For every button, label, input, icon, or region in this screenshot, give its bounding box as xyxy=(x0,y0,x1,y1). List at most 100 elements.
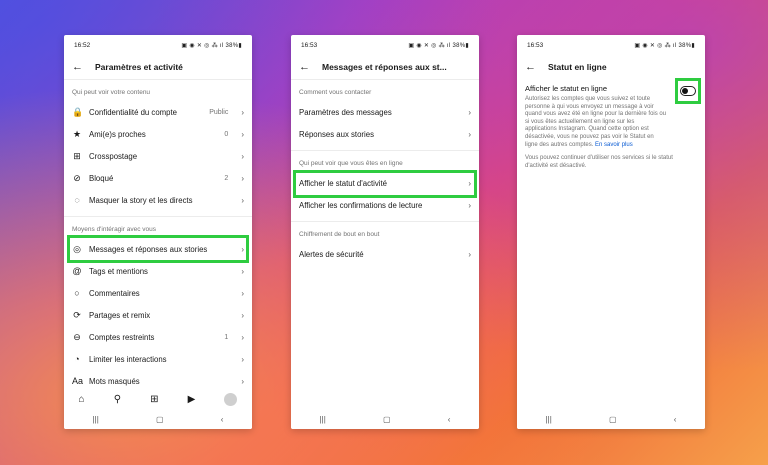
chevron-right-icon: › xyxy=(468,107,471,117)
home-button-icon[interactable]: ▢ xyxy=(383,415,391,424)
settings-row[interactable]: Afficher les confirmations de lecture › xyxy=(291,194,479,216)
status-icons: ▣ ◉ ✕ ◎ ⁂ ıl 38%▮ xyxy=(634,42,695,49)
recent-apps-icon[interactable]: ||| xyxy=(546,415,552,424)
chevron-right-icon: › xyxy=(241,288,244,298)
settings-row-label: Crosspostage xyxy=(89,151,138,161)
back-arrow-icon[interactable]: ← xyxy=(299,61,310,73)
hide-icon: ◌ xyxy=(74,195,80,205)
back-arrow-icon[interactable]: ← xyxy=(525,61,536,73)
chevron-right-icon: › xyxy=(468,178,471,188)
status-bar: 16:53 ▣ ◉ ✕ ◎ ⁂ ıl 38%▮ xyxy=(291,35,479,55)
settings-row[interactable]: ◌ Masquer la story et les directs › xyxy=(64,189,252,211)
settings-row[interactable]: ⊖ Comptes restreints 1 › xyxy=(64,326,252,348)
system-nav: ||| ▢ ‹ xyxy=(291,409,479,429)
chevron-right-icon: › xyxy=(241,310,244,320)
page-title: Statut en ligne xyxy=(548,62,607,72)
hidden-words-icon: Aa xyxy=(72,376,84,386)
settings-row-label: Alertes de sécurité xyxy=(299,249,364,259)
block-icon: ⊘ xyxy=(73,172,81,183)
back-button-icon[interactable]: ‹ xyxy=(448,415,451,424)
create-icon[interactable]: ⊞ xyxy=(150,394,158,405)
toggle-knob xyxy=(682,88,688,94)
back-arrow-icon[interactable]: ← xyxy=(72,61,83,73)
lock-icon: 🔒 xyxy=(72,106,84,117)
status-bar: 16:53 ▣ ◉ ✕ ◎ ⁂ ıl 38%▮ xyxy=(517,35,705,55)
phone-settings-activity: 16:52 ▣ ◉ ✕ ◎ ⁂ ıl 38%▮ ← Paramètres et … xyxy=(64,35,252,429)
section-header-online: Qui peut voir que vous êtes en ligne xyxy=(299,160,403,167)
settings-row-label: Paramètres des messages xyxy=(299,107,392,117)
settings-row[interactable]: Réponses aux stories › xyxy=(291,123,479,145)
learn-more-link[interactable]: En savoir plus xyxy=(595,142,633,148)
status-icons: ▣ ◉ ✕ ◎ ⁂ ıl 38%▮ xyxy=(181,42,242,49)
avatar[interactable] xyxy=(224,392,238,406)
page-header: ← Messages et réponses aux st... xyxy=(291,55,479,80)
settings-row[interactable]: Paramètres des messages › xyxy=(291,101,479,123)
home-icon[interactable]: ⌂ xyxy=(79,394,85,405)
recent-apps-icon[interactable]: ||| xyxy=(93,415,99,424)
setting-note: Vous pouvez continuer d'utiliser nos ser… xyxy=(525,155,673,169)
settings-row-label: Commentaires xyxy=(89,288,140,298)
settings-row[interactable]: ⊘ Bloqué 2 › xyxy=(64,167,252,189)
back-button-icon[interactable]: ‹ xyxy=(221,415,224,424)
settings-row[interactable]: ○ Commentaires › xyxy=(64,282,252,304)
description-text: Autorisez les comptes que vous suivez et… xyxy=(525,96,667,148)
settings-row[interactable]: 🔒 Confidentialité du compte Public › xyxy=(64,101,252,123)
settings-row-label: Mots masqués xyxy=(89,376,140,386)
settings-row[interactable]: ⟳ Partages et remix › xyxy=(64,304,252,326)
settings-row-label: Masquer la story et les directs xyxy=(89,195,193,205)
remix-icon: ⟳ xyxy=(73,309,81,320)
status-bar: 16:52 ▣ ◉ ✕ ◎ ⁂ ıl 38%▮ xyxy=(64,35,252,55)
reels-icon[interactable]: ▶ xyxy=(188,394,196,405)
system-nav: ||| ▢ ‹ xyxy=(64,409,252,429)
settings-row-label: Tags et mentions xyxy=(89,266,148,276)
settings-row[interactable]: Alertes de sécurité › xyxy=(291,243,479,265)
page-header: ← Statut en ligne xyxy=(517,55,705,79)
chevron-right-icon: › xyxy=(241,266,244,276)
chevron-right-icon: › xyxy=(241,244,244,254)
page-header: ← Paramètres et activité xyxy=(64,55,252,80)
settings-row-label: Limiter les interactions xyxy=(89,354,167,364)
section-header-contact: Comment vous contacter xyxy=(299,89,372,96)
settings-row[interactable]: @ Tags et mentions › xyxy=(64,260,252,282)
chevron-right-icon: › xyxy=(241,107,244,117)
settings-row-label: Comptes restreints xyxy=(89,332,155,342)
back-button-icon[interactable]: ‹ xyxy=(674,415,677,424)
settings-row-label: Messages et réponses aux stories xyxy=(89,244,208,254)
status-icons: ▣ ◉ ✕ ◎ ⁂ ıl 38%▮ xyxy=(408,42,469,49)
settings-row[interactable]: ◔ Limiter les interactions › xyxy=(64,348,252,370)
chevron-right-icon: › xyxy=(241,376,244,386)
settings-row-label: Ami(e)s proches xyxy=(89,129,146,139)
settings-row[interactable]: ★ Ami(e)s proches 0 › xyxy=(64,123,252,145)
settings-row-label: Afficher le statut d'activité xyxy=(299,178,388,188)
chevron-right-icon: › xyxy=(468,200,471,210)
settings-row[interactable]: Afficher le statut d'activité › xyxy=(291,172,479,194)
page-title: Paramètres et activité xyxy=(95,62,183,72)
phone-online-status: 16:53 ▣ ◉ ✕ ◎ ⁂ ıl 38%▮ ← Statut en lign… xyxy=(517,35,705,429)
settings-row-label: Partages et remix xyxy=(89,310,151,320)
settings-row-label: Réponses aux stories xyxy=(299,129,374,139)
chevron-right-icon: › xyxy=(241,195,244,205)
messenger-icon: ◎ xyxy=(73,243,81,254)
settings-row-value: 1 xyxy=(224,333,229,341)
system-nav: ||| ▢ ‹ xyxy=(517,409,705,429)
settings-row[interactable]: ⊞ Crosspostage › xyxy=(64,145,252,167)
settings-row-value: 2 xyxy=(224,174,229,182)
home-button-icon[interactable]: ▢ xyxy=(609,415,617,424)
star-icon: ★ xyxy=(72,128,82,139)
search-icon[interactable]: ⚲ xyxy=(114,394,121,405)
home-button-icon[interactable]: ▢ xyxy=(156,415,164,424)
status-time: 16:52 xyxy=(74,41,91,49)
phone-messages-replies: 16:53 ▣ ◉ ✕ ◎ ⁂ ıl 38%▮ ← Messages et ré… xyxy=(291,35,479,429)
chevron-right-icon: › xyxy=(241,332,244,342)
recent-apps-icon[interactable]: ||| xyxy=(320,415,326,424)
settings-row[interactable]: ◎ Messages et réponses aux stories › xyxy=(64,238,252,260)
chevron-right-icon: › xyxy=(468,129,471,139)
page-title: Messages et réponses aux st... xyxy=(322,62,447,72)
chevron-right-icon: › xyxy=(468,249,471,259)
section-header-encryption: Chiffrement de bout en bout xyxy=(299,231,380,238)
highlight-toggle xyxy=(675,78,701,104)
settings-row-value: Public xyxy=(209,108,229,116)
online-status-toggle[interactable] xyxy=(680,86,696,96)
chevron-right-icon: › xyxy=(241,173,244,183)
section-header-visibility: Qui peut voir votre contenu xyxy=(72,89,151,96)
